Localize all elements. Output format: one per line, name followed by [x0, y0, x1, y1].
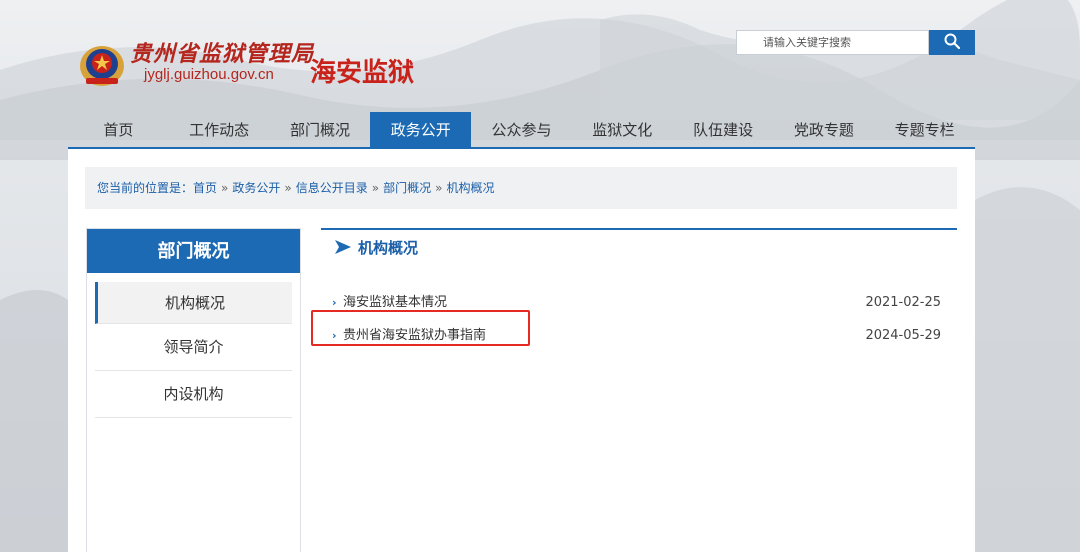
- breadcrumb-link-government-affairs[interactable]: 政务公开: [232, 181, 280, 195]
- breadcrumb-separator: »: [221, 181, 229, 195]
- breadcrumb-link-department-overview[interactable]: 部门概况: [383, 181, 431, 195]
- sidebar: 部门概况 机构概况 领导简介 内设机构: [86, 228, 301, 552]
- breadcrumb-prefix: 您当前的位置是：: [97, 181, 194, 195]
- nav-item-government-affairs[interactable]: 政务公开: [370, 112, 472, 147]
- breadcrumb: 您当前的位置是：首页» 政务公开» 信息公开目录» 部门概况» 机构概况: [85, 167, 957, 209]
- search-button[interactable]: [929, 30, 975, 55]
- search-input[interactable]: [736, 30, 929, 55]
- sidebar-item-internal-units[interactable]: 内设机构: [95, 371, 292, 418]
- breadcrumb-separator: »: [284, 181, 292, 195]
- nav-item-prison-culture[interactable]: 监狱文化: [572, 112, 673, 147]
- breadcrumb-link-info-catalog[interactable]: 信息公开目录: [296, 181, 368, 195]
- sidebar-item-org-overview[interactable]: 机构概况: [95, 282, 292, 324]
- nav-item-work-news[interactable]: 工作动态: [169, 112, 270, 147]
- nav-item-special-columns[interactable]: 专题专栏: [874, 112, 975, 147]
- search-icon: [944, 33, 961, 52]
- nav-item-department-overview[interactable]: 部门概况: [270, 112, 371, 147]
- breadcrumb-link-org-overview[interactable]: 机构概况: [446, 181, 494, 195]
- main-nav: 首页 工作动态 部门概况 政务公开 公众参与 监狱文化 队伍建设 党政专题 专题…: [68, 112, 975, 149]
- site-domain: jyglj.guizhou.gov.cn: [144, 66, 274, 83]
- article-date: 2021-02-25: [865, 295, 941, 310]
- highlight-annotation-box: [311, 310, 530, 346]
- sidebar-item-leadership[interactable]: 领导简介: [95, 324, 292, 371]
- content-title-text: 机构概况: [358, 238, 419, 257]
- nav-item-public-participation[interactable]: 公众参与: [471, 112, 572, 147]
- breadcrumb-separator: »: [435, 181, 443, 195]
- search-box: [736, 30, 975, 55]
- content-title: 机构概况: [321, 230, 957, 264]
- nav-item-team-building[interactable]: 队伍建设: [673, 112, 774, 147]
- article-title[interactable]: 海安监狱基本情况: [343, 295, 447, 310]
- bureau-name: 贵州省监狱管理局: [130, 41, 315, 67]
- main-panel: 您当前的位置是：首页» 政务公开» 信息公开目录» 部门概况» 机构概况 部门概况 机构…: [68, 149, 975, 552]
- article-date: 2024-05-29: [865, 328, 941, 343]
- arrow-right-icon: [335, 240, 351, 254]
- police-emblem-icon: [78, 38, 126, 88]
- nav-item-home[interactable]: 首页: [68, 112, 169, 147]
- sidebar-title: 部门概况: [87, 229, 300, 273]
- prison-name: 海安监狱: [310, 58, 415, 88]
- nav-item-party-topics[interactable]: 党政专题: [773, 112, 874, 147]
- site-header: 贵州省监狱管理局 jyglj.guizhou.gov.cn 海安监狱: [0, 0, 1080, 112]
- breadcrumb-link-home[interactable]: 首页: [193, 181, 217, 195]
- breadcrumb-separator: »: [371, 181, 380, 195]
